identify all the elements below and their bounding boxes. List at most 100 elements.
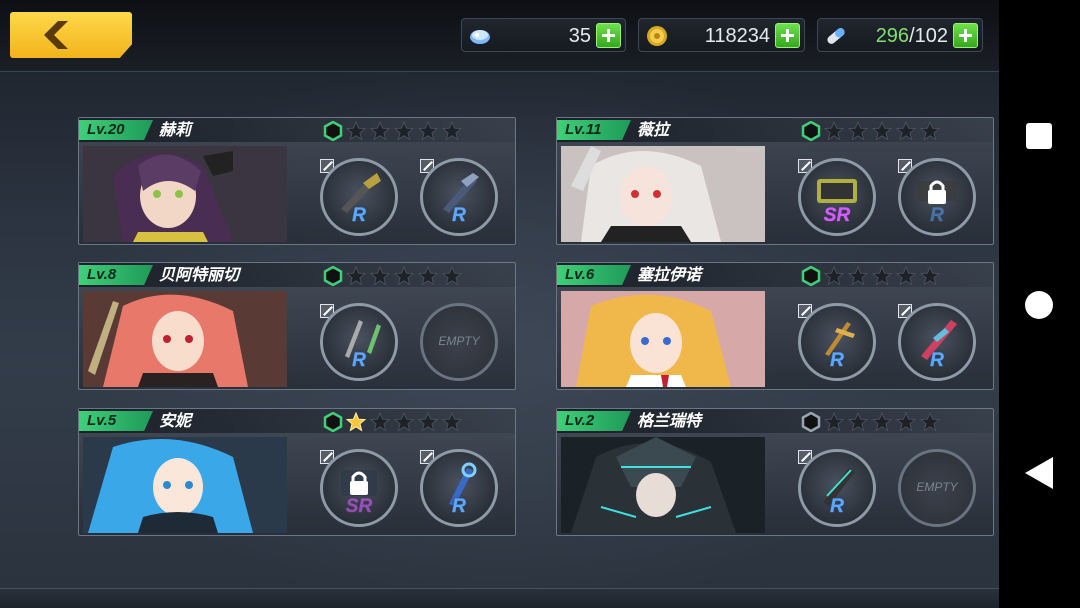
weapon-slot-1[interactable]: R bbox=[320, 158, 398, 236]
back-nav-button[interactable] bbox=[1025, 457, 1053, 489]
character-card-3[interactable]: Lv.8 贝阿特丽切 R EMPTY bbox=[78, 262, 516, 390]
empty-label: EMPTY bbox=[916, 480, 958, 494]
top-bar: 35 118234 296/102 bbox=[0, 0, 999, 72]
character-card-2[interactable]: Lv.11 薇拉 SR R bbox=[556, 117, 994, 245]
character-card-6[interactable]: Lv.2 格兰瑞特 R EMPTY bbox=[556, 408, 994, 536]
add-stamina-button[interactable] bbox=[953, 23, 978, 48]
rank-label: R bbox=[352, 205, 366, 226]
star-empty-icon bbox=[919, 266, 941, 286]
add-gems-button[interactable] bbox=[596, 23, 621, 48]
star-empty-icon bbox=[919, 412, 941, 432]
star-empty-icon bbox=[823, 412, 845, 432]
star-empty-icon bbox=[393, 412, 415, 432]
character-name: 贝阿特丽切 bbox=[159, 265, 240, 284]
lock-icon bbox=[928, 180, 946, 204]
hexagon-rank-icon bbox=[323, 412, 343, 432]
android-nav-bar bbox=[999, 0, 1080, 608]
weapon-slot-2[interactable]: R bbox=[420, 158, 498, 236]
gold-coin-icon bbox=[647, 26, 667, 46]
star-empty-icon bbox=[369, 266, 391, 286]
character-name: 薇拉 bbox=[637, 120, 670, 139]
star-empty-icon bbox=[345, 121, 367, 141]
character-portrait bbox=[561, 146, 765, 242]
character-name: 赫莉 bbox=[159, 120, 192, 139]
star-empty-icon bbox=[895, 412, 917, 432]
weapon-slot-1[interactable]: R bbox=[798, 303, 876, 381]
rank-label: R bbox=[452, 205, 466, 226]
home-button[interactable] bbox=[1025, 291, 1053, 319]
hexagon-rank-icon bbox=[323, 266, 343, 286]
level-badge: Lv.8 bbox=[79, 265, 153, 285]
star-empty-icon bbox=[345, 266, 367, 286]
back-button[interactable] bbox=[10, 12, 132, 58]
gold-amount: 118234 bbox=[704, 25, 770, 47]
star-empty-icon bbox=[417, 121, 439, 141]
character-portrait bbox=[83, 146, 287, 242]
character-card-1[interactable]: Lv.20 赫莉 R R bbox=[78, 117, 516, 245]
weapon-slot-2[interactable]: R bbox=[898, 303, 976, 381]
weapon-slot-2[interactable]: R bbox=[420, 449, 498, 527]
character-name: 安妮 bbox=[159, 411, 192, 430]
star-empty-icon bbox=[823, 121, 845, 141]
character-portrait bbox=[83, 291, 287, 387]
star-empty-icon bbox=[871, 412, 893, 432]
star-empty-icon bbox=[369, 121, 391, 141]
hexagon-rank-icon bbox=[801, 412, 821, 432]
rank-label: SR bbox=[345, 496, 373, 517]
level-badge: Lv.11 bbox=[557, 120, 631, 140]
star-empty-icon bbox=[441, 121, 463, 141]
star-rating bbox=[801, 412, 943, 432]
bottom-bar bbox=[0, 588, 999, 608]
rank-label: R bbox=[930, 205, 944, 226]
chevron-left-icon bbox=[44, 21, 68, 49]
stamina-counter: 296/102 bbox=[817, 18, 983, 52]
gold-counter: 118234 bbox=[638, 18, 805, 52]
star-empty-icon bbox=[417, 266, 439, 286]
stamina-max: /102 bbox=[909, 25, 948, 47]
character-name: 格兰瑞特 bbox=[637, 411, 702, 430]
star-empty-icon bbox=[895, 121, 917, 141]
star-rating bbox=[323, 266, 465, 286]
weapon-slot-1[interactable]: SR bbox=[320, 449, 398, 527]
star-empty-icon bbox=[441, 266, 463, 286]
weapon-slot-1[interactable]: R bbox=[798, 449, 876, 527]
level-badge: Lv.2 bbox=[557, 411, 631, 431]
star-empty-icon bbox=[369, 412, 391, 432]
game-screen: 35 118234 296/102 Lv.20 赫莉 R R Lv.11 薇拉 … bbox=[0, 0, 999, 608]
star-filled-icon bbox=[345, 412, 367, 432]
star-rating bbox=[323, 412, 465, 432]
star-rating bbox=[801, 266, 943, 286]
star-empty-icon bbox=[393, 266, 415, 286]
weapon-slot-2-empty[interactable]: EMPTY bbox=[420, 303, 498, 381]
weapon-slot-1[interactable]: SR bbox=[798, 158, 876, 236]
gem-amount: 35 bbox=[568, 25, 591, 47]
star-empty-icon bbox=[919, 121, 941, 141]
weapon-slot-1[interactable]: R bbox=[320, 303, 398, 381]
gem-icon bbox=[470, 30, 490, 44]
star-empty-icon bbox=[895, 266, 917, 286]
star-empty-icon bbox=[847, 121, 869, 141]
star-empty-icon bbox=[441, 412, 463, 432]
hexagon-rank-icon bbox=[801, 121, 821, 141]
hexagon-rank-icon bbox=[801, 266, 821, 286]
weapon-slot-2[interactable]: R bbox=[898, 158, 976, 236]
star-empty-icon bbox=[417, 412, 439, 432]
rank-label: R bbox=[830, 350, 844, 371]
rank-label: R bbox=[930, 350, 944, 371]
rank-label: R bbox=[830, 496, 844, 517]
character-portrait bbox=[561, 291, 765, 387]
character-portrait bbox=[83, 437, 287, 533]
lock-icon bbox=[350, 471, 368, 495]
add-gold-button[interactable] bbox=[775, 23, 800, 48]
stamina-amount: 296/102 bbox=[876, 25, 948, 48]
empty-label: EMPTY bbox=[438, 334, 480, 348]
stamina-capsule-icon bbox=[827, 28, 845, 44]
level-badge: Lv.20 bbox=[79, 120, 153, 140]
character-card-5[interactable]: Lv.5 安妮 SR R bbox=[78, 408, 516, 536]
hexagon-rank-icon bbox=[323, 121, 343, 141]
character-card-4[interactable]: Lv.6 塞拉伊诺 R R bbox=[556, 262, 994, 390]
rank-label: SR bbox=[823, 205, 851, 226]
recents-button[interactable] bbox=[1026, 123, 1052, 149]
star-rating bbox=[323, 121, 465, 141]
weapon-slot-2-empty[interactable]: EMPTY bbox=[898, 449, 976, 527]
